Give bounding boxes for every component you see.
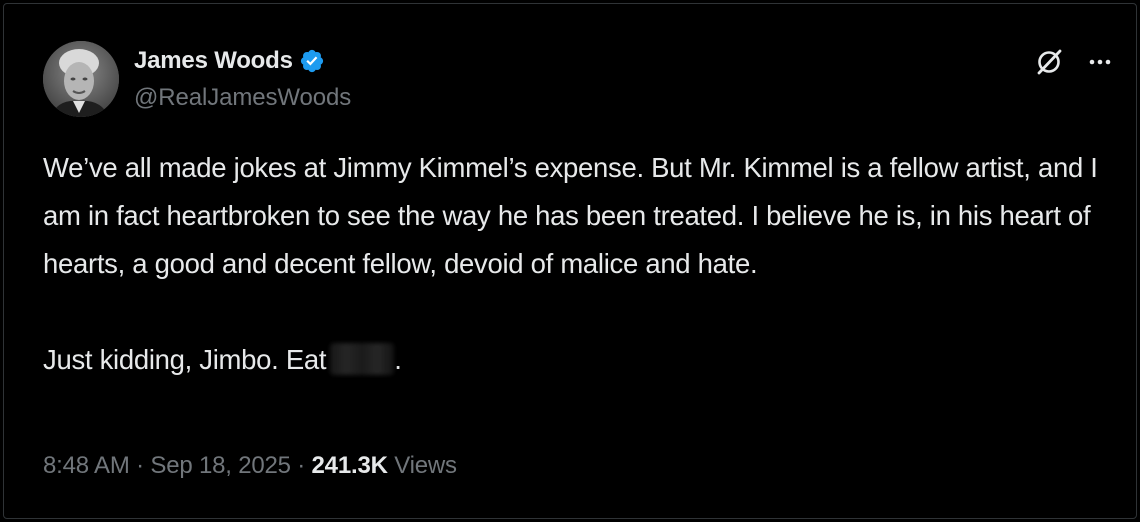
views-label[interactable]: Views	[394, 452, 457, 479]
tweet-date[interactable]: Sep 18, 2025	[150, 452, 291, 479]
author-handle[interactable]: @RealJamesWoods	[134, 84, 351, 112]
meta-separator: ·	[297, 452, 306, 479]
tweet-paragraph: We’ve all made jokes at Jimmy Kimmel’s e…	[43, 152, 1098, 279]
grok-icon[interactable]	[1034, 47, 1064, 77]
author-name-row[interactable]: James Woods	[134, 46, 325, 76]
redacted-blur	[330, 343, 395, 375]
tweet-meta: 8:48 AM · Sep 18, 2025 · 241.3K Views	[43, 452, 457, 480]
tweet-paragraph: Just kidding, Jimbo. Eat.	[43, 336, 1103, 384]
tweet-text: We’ve all made jokes at Jimmy Kimmel’s e…	[43, 144, 1103, 384]
verified-badge-icon[interactable]	[299, 48, 325, 74]
more-icon[interactable]	[1083, 47, 1117, 77]
author-display-name[interactable]: James Woods	[134, 47, 293, 75]
tweet-paragraph-text: Just kidding, Jimbo. Eat	[43, 344, 327, 375]
views-count[interactable]: 241.3K	[312, 452, 388, 479]
tweet-paragraph-end: .	[394, 344, 402, 375]
avatar[interactable]	[43, 41, 119, 117]
tweet-time[interactable]: 8:48 AM	[43, 452, 130, 479]
meta-separator: ·	[136, 452, 144, 479]
